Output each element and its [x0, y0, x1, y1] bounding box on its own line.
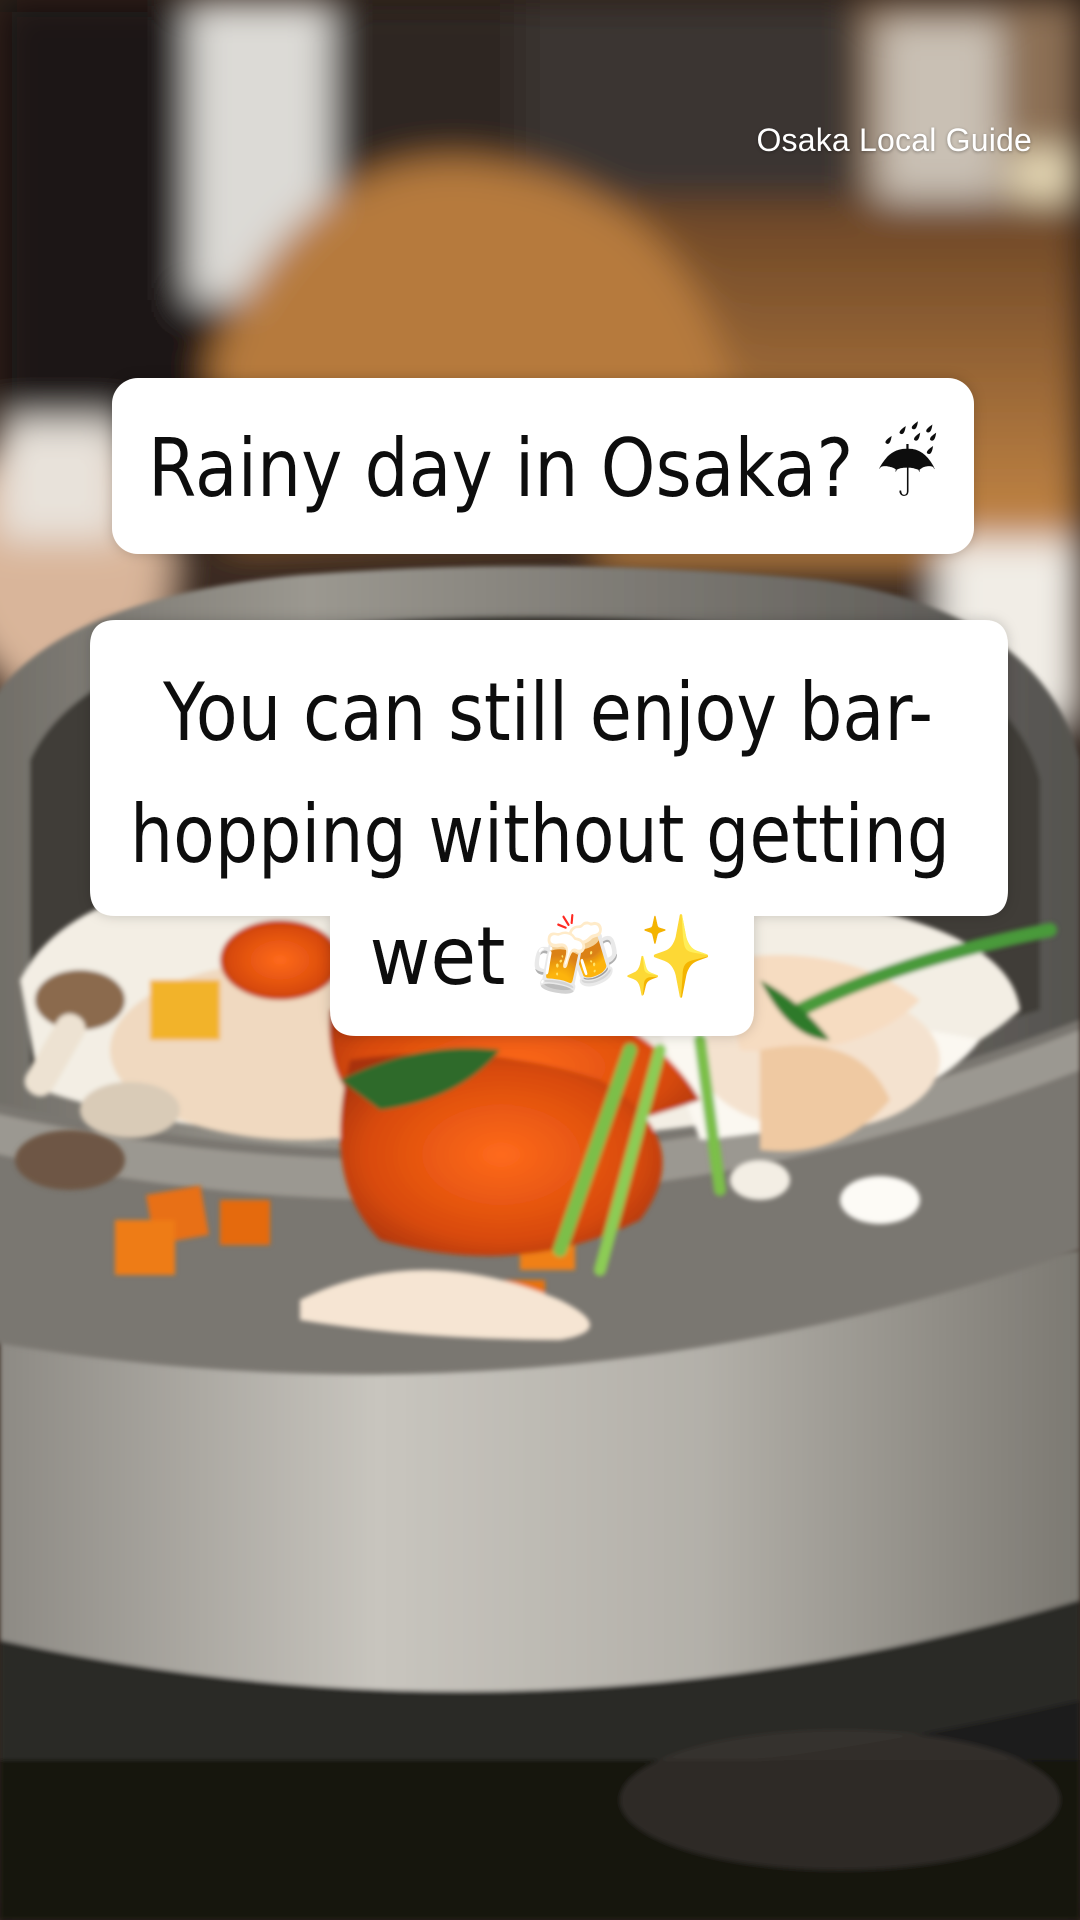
- caption-2-line-2: hopping without getting: [130, 788, 950, 881]
- caption-2-line-1: You can still enjoy bar-: [162, 666, 933, 759]
- caption-2-line-3: wet 🍻✨: [370, 910, 715, 1003]
- caption-overlay: Rainy day in Osaka? ☔ You can still enjo…: [90, 378, 1008, 1036]
- caption-1-text: Rainy day in Osaka? ☔: [148, 421, 938, 515]
